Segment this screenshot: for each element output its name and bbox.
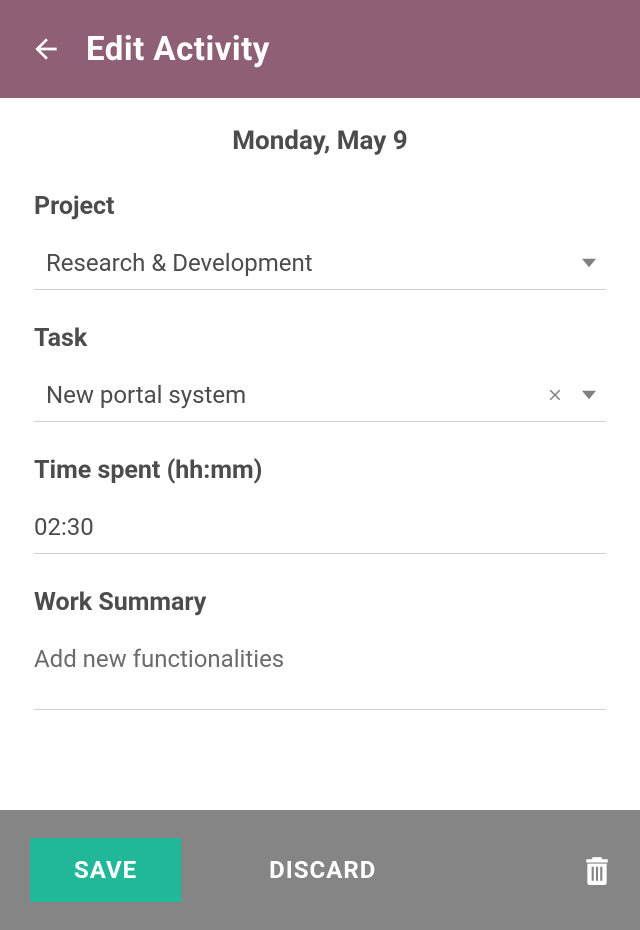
clear-task-button[interactable] bbox=[546, 386, 564, 404]
back-arrow-icon bbox=[30, 33, 62, 65]
close-icon bbox=[546, 386, 564, 404]
timespent-field-group: Time spent (hh:mm) bbox=[34, 456, 606, 554]
summary-label: Work Summary bbox=[34, 588, 606, 617]
task-value: New portal system bbox=[46, 381, 546, 409]
project-select[interactable]: Research & Development bbox=[34, 243, 606, 290]
project-label: Project bbox=[34, 192, 606, 221]
back-button[interactable] bbox=[28, 31, 64, 67]
timespent-label: Time spent (hh:mm) bbox=[34, 456, 606, 485]
delete-button[interactable] bbox=[584, 855, 610, 885]
task-select[interactable]: New portal system bbox=[34, 375, 606, 422]
summary-input[interactable] bbox=[34, 639, 606, 710]
project-field-group: Project Research & Development bbox=[34, 192, 606, 290]
form-content: Monday, May 9 Project Research & Develop… bbox=[0, 98, 640, 810]
discard-button[interactable]: DISCARD bbox=[229, 838, 416, 902]
save-button[interactable]: SAVE bbox=[30, 838, 181, 902]
timespent-input[interactable] bbox=[34, 507, 606, 554]
date-heading: Monday, May 9 bbox=[34, 126, 606, 156]
project-value: Research & Development bbox=[46, 249, 582, 277]
task-label: Task bbox=[34, 324, 606, 353]
header-bar: Edit Activity bbox=[0, 0, 640, 98]
chevron-down-icon bbox=[582, 388, 596, 402]
summary-field-group: Work Summary bbox=[34, 588, 606, 710]
trash-icon bbox=[584, 855, 610, 885]
task-field-group: Task New portal system bbox=[34, 324, 606, 422]
chevron-down-icon bbox=[582, 256, 596, 270]
page-title: Edit Activity bbox=[86, 30, 270, 69]
footer-bar: SAVE DISCARD bbox=[0, 810, 640, 930]
